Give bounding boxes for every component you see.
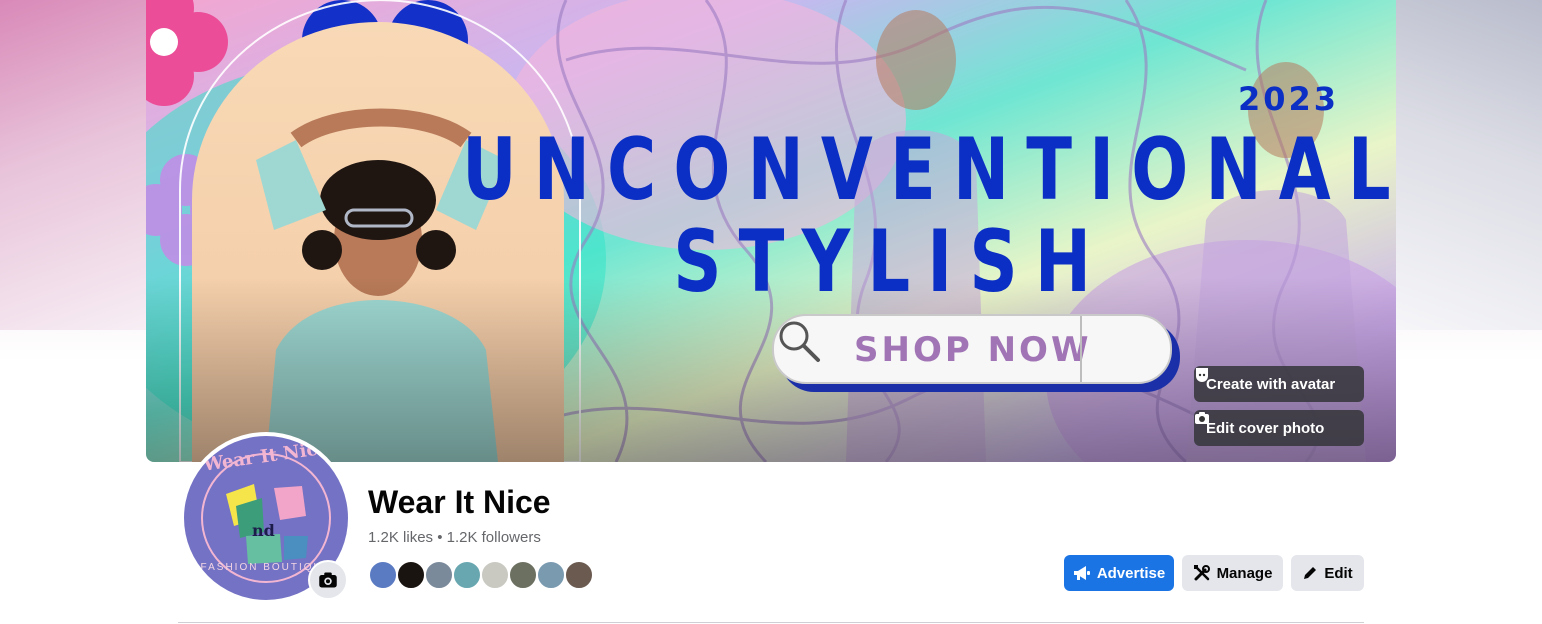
- advertise-label: Advertise: [1096, 564, 1166, 582]
- shop-now-label: SHOP NOW: [854, 330, 1092, 370]
- camera-icon: [319, 572, 337, 588]
- edit-button[interactable]: Edit: [1291, 555, 1364, 591]
- shop-now-graphic: SHOP NOW: [772, 314, 1172, 384]
- background-right: [1396, 0, 1542, 330]
- profile-divider: [178, 622, 1364, 623]
- create-with-avatar-label: Create with avatar: [1206, 375, 1336, 393]
- avatar[interactable]: [452, 560, 482, 590]
- megaphone-icon: [1073, 566, 1090, 580]
- page-title[interactable]: Wear It Nice: [368, 484, 551, 521]
- edit-cover-photo-button[interactable]: Edit cover photo: [1194, 410, 1364, 446]
- avatar[interactable]: [480, 560, 510, 590]
- magnifier-icon: [779, 321, 820, 362]
- edit-cover-photo-label: Edit cover photo: [1206, 419, 1325, 437]
- advertise-button[interactable]: Advertise: [1064, 555, 1174, 591]
- pencil-icon: [1304, 567, 1317, 579]
- cover-title-line1: UNCONVENTIONALLY: [462, 120, 1396, 220]
- manage-button[interactable]: Manage: [1182, 555, 1283, 591]
- cover-year: 2023: [1238, 80, 1340, 118]
- avatar[interactable]: [536, 560, 566, 590]
- update-profile-picture-button[interactable]: [308, 560, 348, 600]
- edit-label: Edit: [1324, 564, 1353, 582]
- avatar[interactable]: [564, 560, 594, 590]
- create-with-avatar-button[interactable]: Create with avatar: [1194, 366, 1364, 402]
- avatar[interactable]: [396, 560, 426, 590]
- camera-icon: [1195, 412, 1209, 424]
- page-stats[interactable]: 1.2K likes • 1.2K followers: [368, 529, 541, 546]
- cover-title-line2: STYLISH: [673, 212, 1109, 312]
- background-left: [0, 0, 146, 330]
- manage-label: Manage: [1216, 564, 1273, 582]
- cover-photo[interactable]: 2023 UNCONVENTIONALLY STYLISH SHOP NOW C…: [146, 0, 1396, 462]
- svg-text:nd: nd: [252, 521, 275, 540]
- avatar[interactable]: [368, 560, 398, 590]
- avatar-icon: [1196, 368, 1208, 382]
- avatar[interactable]: [424, 560, 454, 590]
- shop-divider: [1080, 316, 1082, 382]
- avatar[interactable]: [508, 560, 538, 590]
- manage-tools-icon: [1193, 565, 1210, 581]
